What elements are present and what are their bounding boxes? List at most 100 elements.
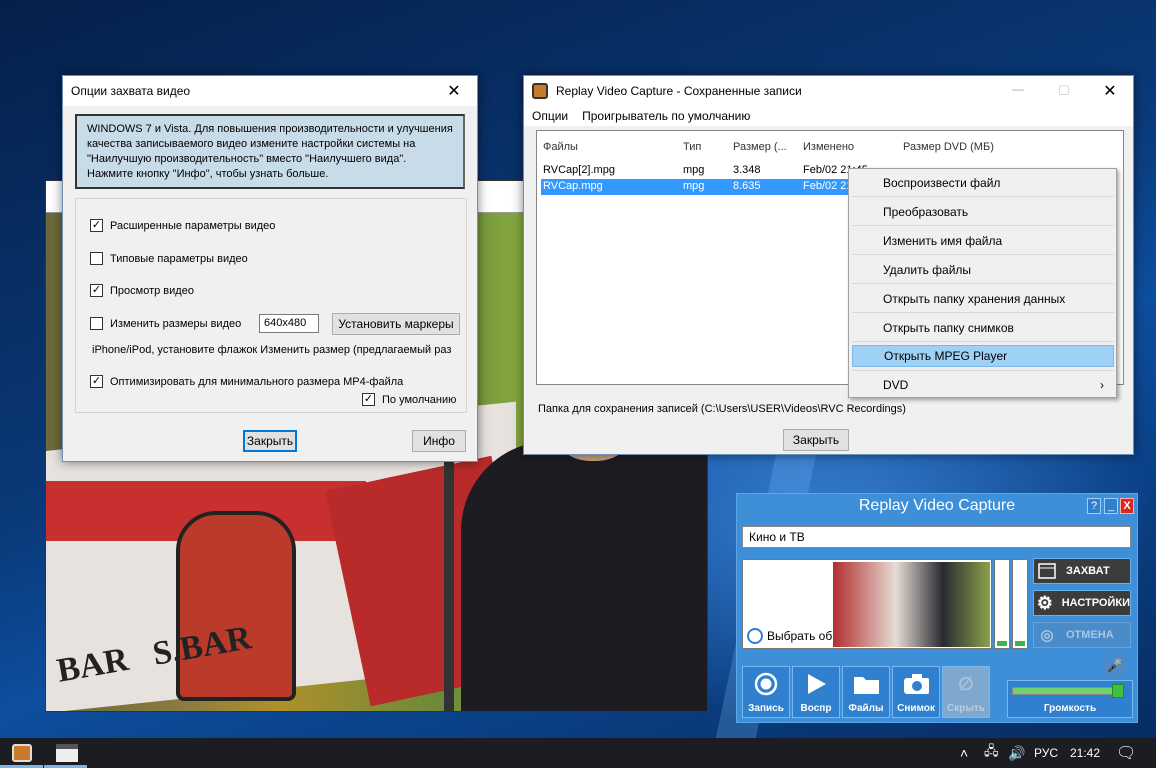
checkbox-checked-icon: ✓ xyxy=(90,284,103,297)
play-icon xyxy=(803,671,829,697)
col-files[interactable]: Файлы xyxy=(543,141,578,153)
chevron-right-icon: › xyxy=(1100,378,1104,392)
saved-close-button[interactable]: Закрыть xyxy=(783,429,849,451)
video-queen-figure xyxy=(176,511,296,701)
chevron-up-icon[interactable]: ˄ xyxy=(960,738,968,768)
language-indicator[interactable]: РУС xyxy=(1034,738,1058,768)
network-icon[interactable]: 🖧 xyxy=(984,738,999,768)
files-label: Файлы xyxy=(848,703,884,714)
settings-label: НАСТРОЙКИ xyxy=(1061,597,1130,609)
col-dvd-size[interactable]: Размер DVD (МБ) xyxy=(903,141,994,153)
mic-icon[interactable]: 🎤 xyxy=(1103,654,1127,678)
menu-separator xyxy=(852,225,1114,226)
play-label: Воспр xyxy=(800,703,832,714)
menu-separator xyxy=(852,341,1114,342)
iphone-hint-text: iPhone/iPod, установите флажок Изменить … xyxy=(92,344,452,356)
minimize-button[interactable]: _ xyxy=(1104,498,1118,514)
saved-window-title-text: Replay Video Capture - Сохраненные запис… xyxy=(556,84,802,98)
menu-item-convert[interactable]: Преобразовать xyxy=(852,201,1114,223)
row-modified: Feb/02 21 xyxy=(803,180,853,192)
menu-item-rename[interactable]: Изменить имя файла xyxy=(852,230,1114,252)
record-icon xyxy=(753,671,779,697)
files-button[interactable]: Файлы xyxy=(842,666,890,718)
capture-button[interactable]: ЗАХВАТ xyxy=(1033,558,1131,584)
menu-separator xyxy=(852,312,1114,313)
optimize-mp4-checkbox[interactable]: ✓ Оптимизировать для минимального размера… xyxy=(90,375,403,388)
menu-item-delete[interactable]: Удалить файлы xyxy=(852,259,1114,281)
volume-slider-fill xyxy=(1013,688,1118,694)
cancel-button: ◎ ОТМЕНА xyxy=(1033,622,1131,648)
default-label: По умолчанию xyxy=(382,393,457,406)
menu-default-player[interactable]: Проигрыватель по умолчанию xyxy=(582,109,750,123)
taskbar-app-rvc[interactable] xyxy=(12,738,32,768)
radio-icon xyxy=(747,628,763,644)
col-type[interactable]: Тип xyxy=(683,141,701,153)
resize-value-input[interactable]: 640x480 xyxy=(259,314,319,333)
video-mic-stand xyxy=(444,451,454,711)
set-markers-button[interactable]: Установить маркеры xyxy=(332,313,460,335)
maximize-icon[interactable]: ☐ xyxy=(1041,76,1087,106)
menu-separator xyxy=(852,196,1114,197)
select-object-radio[interactable]: Выбрать об xyxy=(747,628,832,644)
menu-item-play-file[interactable]: Воспроизвести файл xyxy=(852,172,1114,194)
notification-icon[interactable]: 🗨 xyxy=(1116,738,1136,768)
preview-video-label: Просмотр видео xyxy=(110,284,194,297)
close-button[interactable]: X xyxy=(1120,498,1134,514)
close-icon[interactable]: ✕ xyxy=(431,76,477,106)
menubar: Опции Проигрыватель по умолчанию xyxy=(524,106,1133,126)
menu-item-open-mpeg-player[interactable]: Открыть MPEG Player xyxy=(852,345,1114,367)
volume-slider-thumb[interactable] xyxy=(1111,684,1124,698)
record-label: Запись xyxy=(748,703,784,714)
play-button[interactable]: Воспр xyxy=(792,666,840,718)
settings-button[interactable]: ⚙ НАСТРОЙКИ xyxy=(1033,590,1131,616)
menu-item-dvd[interactable]: DVD › xyxy=(852,374,1114,396)
cancel-label: ОТМЕНА xyxy=(1066,629,1114,641)
close-icon[interactable]: ✕ xyxy=(1087,76,1133,106)
menu-separator xyxy=(852,254,1114,255)
menu-options[interactable]: Опции xyxy=(532,109,568,123)
help-button[interactable]: ? xyxy=(1087,498,1101,514)
clock[interactable]: 21:42 xyxy=(1070,738,1100,768)
rvc-control-panel: Replay Video Capture ? _ X Кино и ТВ Выб… xyxy=(736,493,1138,723)
record-button[interactable]: Запись xyxy=(742,666,790,718)
checkbox-checked-icon: ✓ xyxy=(362,393,375,406)
typical-params-checkbox[interactable]: Типовые параметры видео xyxy=(90,252,248,265)
info-button[interactable]: Инфо xyxy=(412,430,466,452)
col-size[interactable]: Размер (... xyxy=(733,141,787,153)
row-name: RVCap.mpg xyxy=(543,180,603,192)
snapshot-button[interactable]: Снимок xyxy=(892,666,940,718)
optimize-mp4-label: Оптимизировать для минимального размера … xyxy=(110,375,404,388)
video-person-suit xyxy=(461,441,707,711)
save-folder-text: Папка для сохранения записей (C:\Users\U… xyxy=(538,403,906,415)
audio-meter-level xyxy=(1015,641,1025,646)
volume-slider-track[interactable] xyxy=(1012,684,1124,698)
default-checkbox[interactable]: ✓ По умолчанию xyxy=(362,393,456,406)
resize-video-checkbox[interactable]: Изменить размеры видео xyxy=(90,317,241,330)
audio-meter-right xyxy=(1012,559,1028,649)
app-logo-icon xyxy=(532,83,548,99)
select-object-label: Выбрать об xyxy=(767,629,833,643)
volume-icon[interactable]: 🔊 xyxy=(1008,738,1025,768)
globe-icon: ◎ xyxy=(1040,627,1054,644)
checkbox-empty-icon xyxy=(90,317,103,330)
checkbox-empty-icon xyxy=(90,252,103,265)
snapshot-label: Снимок xyxy=(897,703,935,714)
menu-separator xyxy=(852,370,1114,371)
menu-item-open-data-folder[interactable]: Открыть папку хранения данных xyxy=(852,288,1114,310)
source-field[interactable]: Кино и ТВ xyxy=(742,526,1131,548)
advanced-params-checkbox[interactable]: ✓ Расширенные параметры видео xyxy=(90,219,275,232)
minimize-icon[interactable]: ─ xyxy=(995,76,1041,106)
options-close-button[interactable]: Закрыть xyxy=(243,430,297,452)
capture-options-dialog: Опции захвата видео ✕ WINDOWS 7 и Vista.… xyxy=(62,75,478,462)
camera-icon xyxy=(903,671,929,697)
menu-item-open-snapshots-folder[interactable]: Открыть папку снимков xyxy=(852,317,1114,339)
menu-separator xyxy=(852,283,1114,284)
taskbar-app-video[interactable] xyxy=(56,738,78,768)
audio-meter-level xyxy=(997,641,1007,646)
menu-item-dvd-label: DVD xyxy=(883,378,909,392)
audio-meter-left xyxy=(994,559,1010,649)
col-modified[interactable]: Изменено xyxy=(803,141,854,153)
preview-video-checkbox[interactable]: ✓ Просмотр видео xyxy=(90,284,194,297)
capture-window-icon xyxy=(1034,563,1060,579)
hide-icon: ∅ xyxy=(958,673,974,694)
